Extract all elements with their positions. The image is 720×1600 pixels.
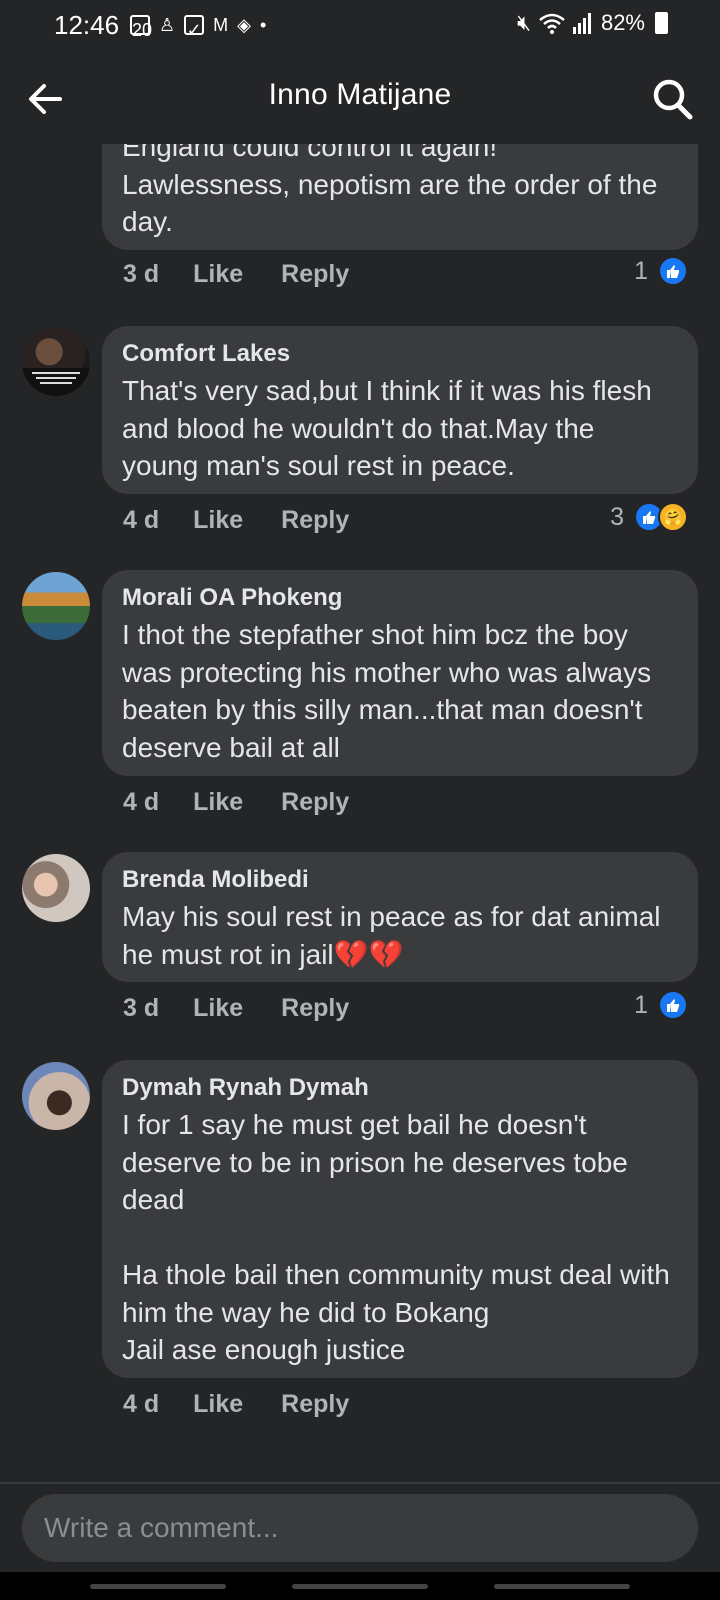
like-button[interactable]: Like [193,506,243,535]
comment-author[interactable]: Brenda Molibedi [122,866,678,894]
comment-time: 4 d [123,788,160,816]
comment-bubble[interactable]: Morali OA Phokeng I thot the stepfather … [102,570,698,776]
dot-icon: • [259,15,267,35]
like-reaction-icon [658,990,688,1020]
like-reaction-icon [658,256,688,286]
reaction-count: 3 [610,502,624,531]
avatar[interactable] [22,1062,90,1130]
comment-text: England could control it again! Lawlessn… [122,144,658,237]
comment-text: That's very sad,but I think if it was hi… [122,375,660,481]
comment-time: 4 d [123,1390,160,1418]
page-title: Inno Matijane [268,78,452,111]
reactions[interactable]: 1 [634,990,688,1020]
signal-icon [572,13,591,34]
battery-icon [655,12,668,34]
reply-button[interactable]: Reply [281,1390,349,1419]
care-reaction-icon: 🤗 [658,502,688,532]
comment-author[interactable]: Dymah Rynah Dymah [122,1074,678,1102]
checkbox-icon: ✓ [184,15,205,40]
comment-actions: 3 d Like Reply [123,994,349,1023]
comment-time: 4 d [123,506,160,534]
battery-percent: 82% [600,10,645,35]
gmail-icon: M [213,15,229,35]
comment-author[interactable]: Comfort Lakes [122,340,678,368]
comment-time: 3 d [123,994,160,1022]
comment-input[interactable]: Write a comment... [44,1512,278,1544]
mute-icon: 🔇︎ [517,10,531,35]
system-icons: 🔇︎ 82% [517,10,668,36]
comment-actions: 3 d Like Reply [123,260,349,289]
comment-actions: 4 d Like Reply [123,788,349,817]
header: Inno Matijane [0,52,720,144]
comment-bubble[interactable]: Comfort Lakes That's very sad,but I thin… [102,326,698,494]
comment-text: I thot the stepfather shot him bcz the b… [122,619,659,763]
reply-button[interactable]: Reply [281,260,349,289]
comment-author[interactable]: Morali OA Phokeng [122,584,678,612]
avatar[interactable] [22,572,90,640]
like-button[interactable]: Like [193,1390,243,1419]
calendar-icon: 20 [130,15,152,40]
comment-actions: 4 d Like Reply [123,1390,349,1419]
composer-divider [0,1482,720,1484]
like-button[interactable]: Like [193,788,243,817]
system-nav-bar [0,1572,720,1600]
comment-text: May his soul rest in peace as for dat an… [122,901,669,970]
wifi-icon [539,13,565,34]
status-bar: 12:46 20 ♙ ✓ M ◈ • 🔇︎ 82% [0,0,720,52]
reactions[interactable]: 3 🤗 [610,502,688,532]
avatar[interactable] [22,854,90,922]
comment-time: 3 d [123,260,160,288]
reply-button[interactable]: Reply [281,788,349,817]
nav-home-button[interactable] [292,1584,428,1589]
comments-list[interactable]: England could control it again! Lawlessn… [0,144,720,1484]
status-time: 12:46 [54,10,120,40]
comment-bubble[interactable]: Brenda Molibedi May his soul rest in pea… [102,852,698,982]
comment-composer[interactable]: Write a comment... [22,1494,698,1562]
person-icon: ♙ [159,15,176,35]
reply-button[interactable]: Reply [281,994,349,1023]
comment-bubble[interactable]: England could control it again! Lawlessn… [102,144,698,250]
comment-actions: 4 d Like Reply [123,506,349,535]
diamond-icon: ◈ [237,15,251,35]
comment-bubble[interactable]: Dymah Rynah Dymah I for 1 say he must ge… [102,1060,698,1378]
screen: 12:46 20 ♙ ✓ M ◈ • 🔇︎ 82% Inno Matijane … [0,0,720,1600]
nav-back-button[interactable] [494,1584,630,1589]
reactions[interactable]: 1 [634,256,688,286]
like-button[interactable]: Like [193,260,243,289]
notification-icons: 20 ♙ ✓ M ◈ • [130,12,267,40]
reply-button[interactable]: Reply [281,506,349,535]
comment-text: I for 1 say he must get bail he doesn't … [122,1109,670,1365]
like-button[interactable]: Like [193,994,243,1023]
reaction-count: 1 [634,990,648,1019]
nav-recent-button[interactable] [90,1584,226,1589]
reaction-count: 1 [634,256,648,285]
avatar[interactable] [22,328,90,396]
search-icon[interactable] [650,76,694,122]
